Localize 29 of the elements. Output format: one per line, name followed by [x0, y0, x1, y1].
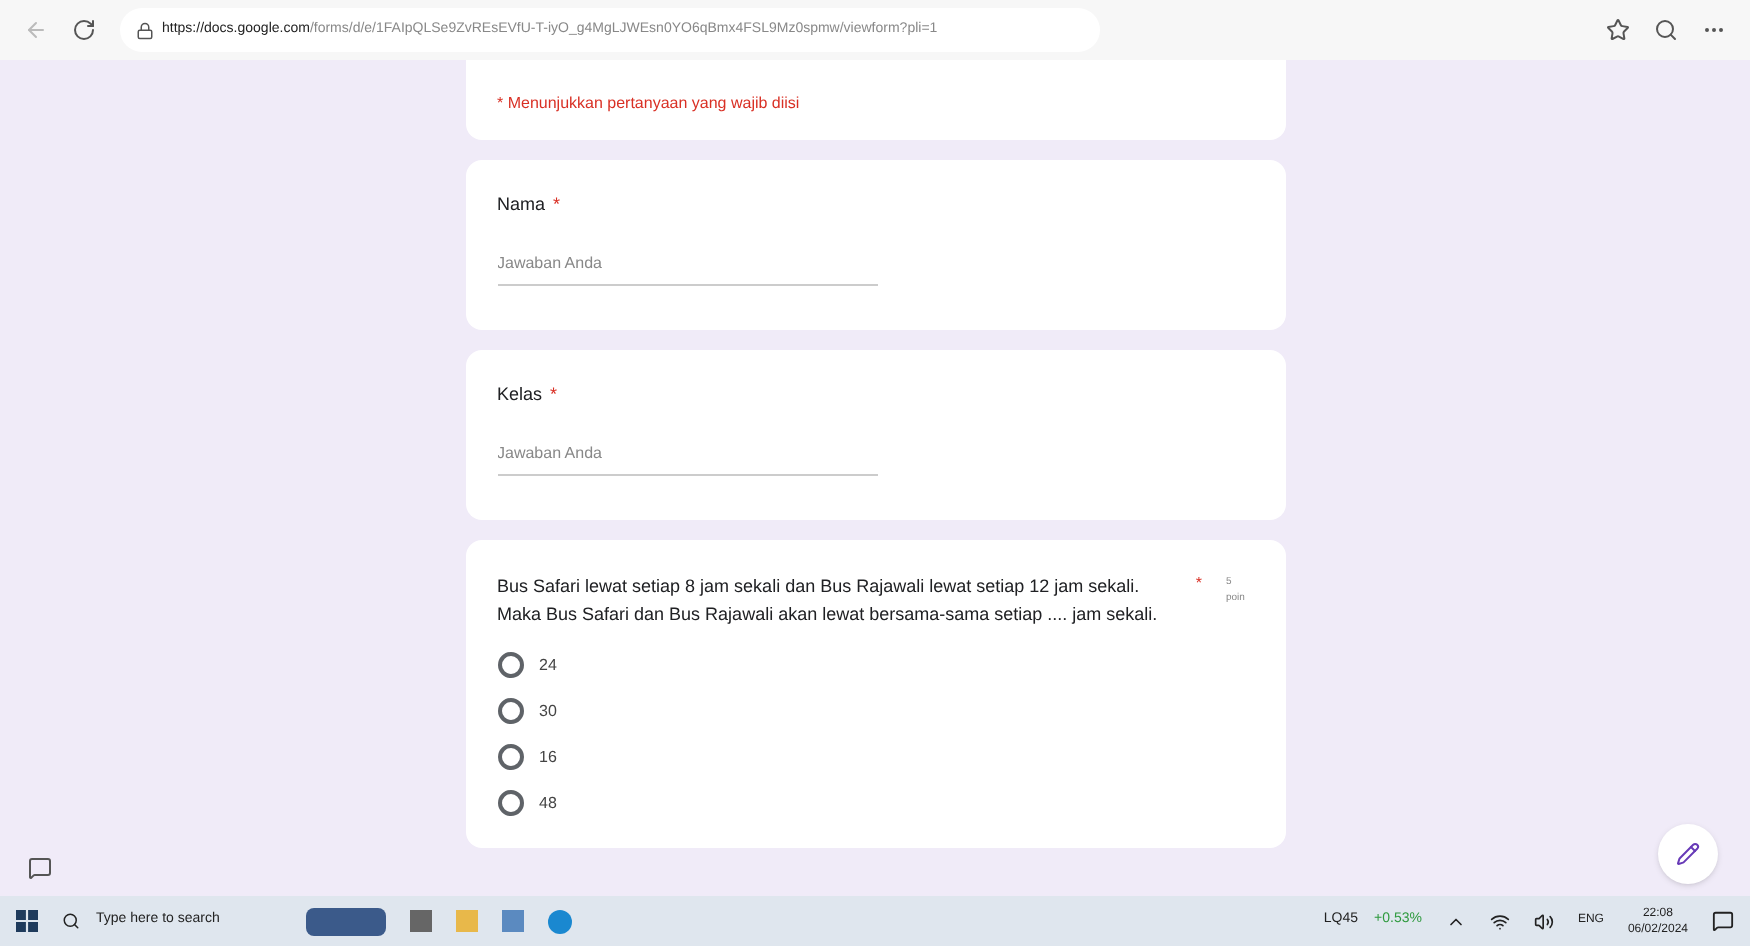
radio-button[interactable]: [497, 652, 523, 678]
radio-button[interactable]: [497, 744, 523, 770]
required-mark: *: [550, 382, 558, 408]
network-icon[interactable]: [1489, 911, 1510, 931]
search-icon[interactable]: [1654, 18, 1678, 42]
favorite-icon[interactable]: [1606, 18, 1630, 42]
question-label: Kelas: [497, 382, 543, 408]
question-label: Nama: [497, 192, 546, 218]
radio-option[interactable]: 48: [497, 790, 1253, 816]
radio-button[interactable]: [497, 790, 523, 816]
feedback-icon[interactable]: [28, 856, 52, 880]
windows-logo-icon[interactable]: [16, 910, 38, 932]
lock-icon: [136, 21, 154, 39]
required-mark: *: [1195, 572, 1202, 596]
radio-option[interactable]: 16: [497, 744, 1253, 770]
radio-option[interactable]: 30: [497, 698, 1253, 724]
refresh-icon[interactable]: [72, 18, 96, 42]
required-note: * Menunjukkan pertanyaan yang wajib diisi: [497, 94, 800, 112]
notification-icon[interactable]: [1712, 910, 1734, 932]
volume-icon[interactable]: [1533, 911, 1554, 931]
answer-field[interactable]: Jawaban Anda: [497, 441, 877, 475]
answer-field[interactable]: Jawaban Anda: [497, 251, 877, 285]
radio-option[interactable]: 24: [497, 652, 1253, 678]
required-mark: *: [553, 192, 561, 218]
question-text: Bus Safari lewat setiap 8 jam sekali dan Bus Rajawali lewat setiap 12 jam sekali. Maka Bus Safari dan Bus Rajawali akan lewat bersama-sama setiap .... jam sekali.: [497, 574, 1160, 628]
search-icon: [62, 912, 80, 930]
pencil-icon: [1676, 842, 1700, 866]
radio-button[interactable]: [497, 698, 523, 724]
edit-button[interactable]: [1658, 824, 1718, 884]
